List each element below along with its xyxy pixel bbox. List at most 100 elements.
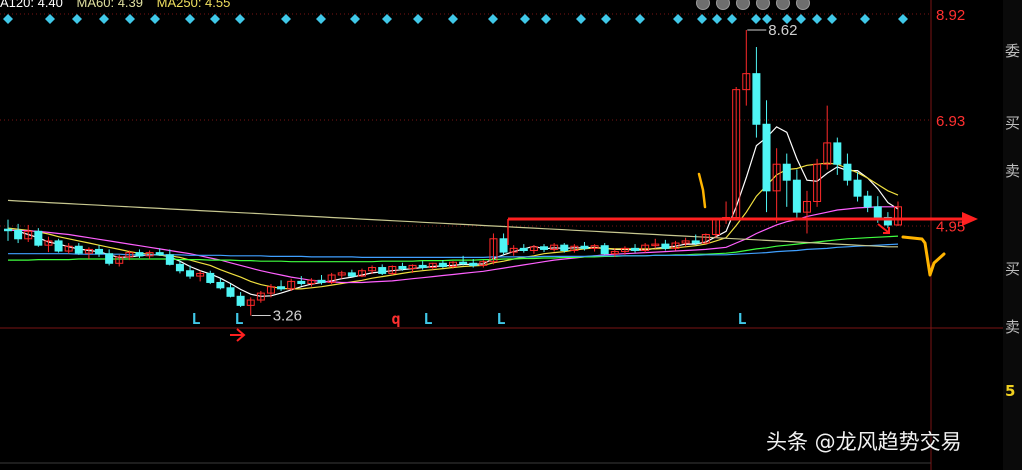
signal-diamond-icon	[796, 14, 806, 24]
candle[interactable]	[277, 286, 286, 290]
hand-icon[interactable]	[716, 0, 730, 10]
signal-diamond-icon	[601, 14, 611, 24]
candle[interactable]	[34, 230, 43, 246]
candle[interactable]	[186, 270, 195, 277]
candle[interactable]	[347, 272, 356, 277]
candle[interactable]	[297, 280, 306, 285]
panel-label: 卖	[1005, 162, 1021, 180]
signal-diamond-icon	[697, 14, 707, 24]
handwritten-stroke	[697, 172, 707, 209]
signal-diamond-icon	[827, 14, 837, 24]
candle[interactable]	[661, 243, 670, 249]
signal-letter: q	[391, 310, 400, 328]
candle[interactable]	[560, 244, 569, 252]
candle[interactable]	[843, 163, 852, 181]
panel-label: 委	[1005, 42, 1021, 60]
signal-diamond-icon	[727, 14, 737, 24]
candle[interactable]	[4, 228, 12, 232]
kline-chart[interactable]: 8.62 3.26 L Lq L L L 8.92 6.93 4.95	[0, 0, 1022, 470]
signal-diamond-icon	[898, 14, 908, 24]
candle[interactable]	[236, 295, 245, 306]
candle[interactable]	[418, 264, 427, 269]
candle[interactable]	[54, 240, 63, 252]
signal-diamond-icon	[520, 14, 530, 24]
candle[interactable]	[165, 254, 174, 265]
candle[interactable]	[792, 179, 801, 213]
candle[interactable]	[853, 179, 862, 197]
handwritten-stroke	[901, 235, 946, 277]
candle[interactable]	[691, 240, 700, 244]
flag-icon[interactable]	[756, 0, 770, 10]
y-tick-label: 6.93	[936, 113, 965, 130]
panel-label: 买	[1005, 114, 1021, 132]
signal-letter: L	[737, 310, 746, 328]
candle[interactable]	[135, 252, 144, 257]
signal-diamond-icon	[125, 14, 135, 24]
signal-diamond-icon	[72, 14, 82, 24]
candle[interactable]	[600, 245, 609, 255]
panel-label: 买	[1005, 260, 1021, 278]
play-icon[interactable]	[736, 0, 750, 10]
ma-legend: A120: 4.40 MA60: 4.39 MA250: 4.55	[0, 0, 240, 10]
price-annotations: 8.62 3.26	[251, 22, 797, 324]
signal-diamond-icon	[541, 14, 551, 24]
candle[interactable]	[74, 245, 83, 254]
signal-letter: L	[234, 310, 243, 328]
signal-diamond-icon	[382, 14, 392, 24]
signal-diamond-icon	[413, 14, 423, 24]
close-icon[interactable]	[796, 0, 810, 10]
signal-diamond-icon	[635, 14, 645, 24]
zoom-in-icon[interactable]	[696, 0, 710, 10]
settings-icon[interactable]	[776, 0, 790, 10]
panel-label: 卖	[1005, 318, 1021, 336]
candle[interactable]	[175, 263, 184, 272]
candle[interactable]	[873, 206, 882, 218]
price-annotation-label: 8.62	[768, 22, 797, 39]
candle[interactable]	[105, 253, 114, 264]
candle[interactable]	[378, 267, 387, 274]
candle[interactable]	[95, 248, 104, 255]
legend-ma250: MA250: 4.55	[156, 0, 231, 10]
signal-diamond-icon	[210, 14, 220, 24]
order-book-panel: 委 买 卖 买 卖 5	[1003, 0, 1022, 470]
signal-diamond-icon	[751, 14, 761, 24]
signal-diamond-icon	[350, 14, 360, 24]
signal-diamond-icon	[812, 14, 822, 24]
candle[interactable]	[459, 261, 468, 265]
candle[interactable]	[752, 73, 761, 125]
candle[interactable]	[14, 229, 23, 240]
signal-letter: L	[423, 310, 432, 328]
candle[interactable]	[580, 245, 589, 249]
signal-diamond-icon	[3, 14, 13, 24]
signal-letter: L	[191, 310, 200, 328]
signal-diamond-icon	[281, 14, 291, 24]
candle[interactable]	[519, 247, 528, 252]
legend-ma120: A120: 4.40	[0, 0, 63, 10]
candle[interactable]	[317, 279, 326, 283]
candle[interactable]	[499, 238, 508, 253]
signal-diamond-icon	[448, 14, 458, 24]
signal-diamond-icon	[712, 14, 722, 24]
candle[interactable]	[398, 265, 407, 270]
candle[interactable]	[155, 252, 164, 256]
candle[interactable]	[631, 247, 640, 252]
candle[interactable]	[438, 262, 447, 267]
candle[interactable]	[216, 281, 225, 289]
candle[interactable]	[540, 246, 549, 250]
signal-diamond-icon	[316, 14, 326, 24]
chart-toolbar	[696, 0, 810, 10]
candle[interactable]	[762, 123, 771, 192]
signal-diamond-icon	[488, 14, 498, 24]
candle[interactable]	[206, 272, 215, 283]
candle[interactable]	[226, 287, 235, 297]
ma-line-ma250	[7, 199, 898, 248]
price-axis: 8.92 6.93 4.95	[936, 7, 965, 235]
candle[interactable]	[782, 163, 791, 181]
legend-ma60: MA60: 4.39	[76, 0, 144, 10]
candle[interactable]	[863, 195, 872, 208]
y-tick-label: 8.92	[936, 7, 965, 24]
candle[interactable]	[469, 262, 478, 266]
signal-letter: L	[496, 310, 505, 328]
candle[interactable]	[833, 142, 842, 165]
candlesticks[interactable]	[4, 29, 902, 316]
